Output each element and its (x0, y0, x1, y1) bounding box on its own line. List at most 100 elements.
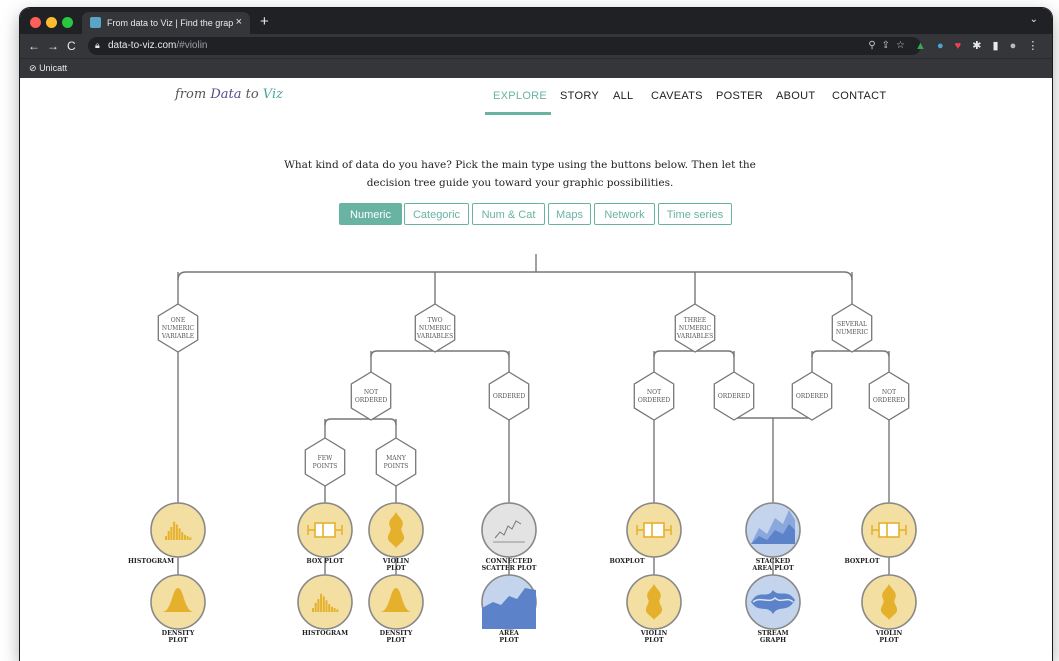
leaf-label: BOX PLOT (306, 558, 344, 565)
tree-node-two-numeric-variables[interactable]: TWONUMERICVARIABLES (414, 303, 456, 353)
forward-arrow-icon[interactable]: → (47, 39, 59, 53)
bookmark-star-icon[interactable]: ☆ (896, 40, 911, 51)
tree-node-few-points[interactable]: FEWPOINTS (304, 437, 346, 487)
puzzle-extensions-icon[interactable]: ✱ (972, 39, 981, 52)
profile-avatar-icon[interactable]: ● (1010, 40, 1017, 52)
new-tab-button[interactable]: + (260, 13, 269, 30)
share-icon[interactable]: ⇪ (882, 40, 896, 51)
tab-close-icon[interactable]: × (236, 16, 242, 28)
leaf-label: SCATTER PLOT (482, 565, 537, 572)
tree-node-one-numeric-variable[interactable]: ONENUMERICVARIABLE (157, 303, 199, 353)
leaf-stacked-area-plot[interactable]: STACKEDAREA PLOT (745, 502, 801, 572)
tree-node-ordered[interactable]: ORDERED (791, 371, 833, 421)
bookmark-unicatt[interactable]: ⊘ Unicatt (29, 63, 67, 74)
tree-node-label: VARIABLES (416, 333, 453, 340)
leaf-label: VIOLIN (640, 630, 668, 637)
leaf-label: PLOT (168, 637, 188, 644)
tree-node-label: ORDERED (718, 393, 751, 400)
back-arrow-icon[interactable]: ← (28, 39, 40, 53)
leaf-label: AREA PLOT (751, 565, 794, 572)
tree-node-label: ORDERED (355, 397, 388, 404)
zoom-window-button[interactable] (62, 17, 73, 28)
browser-window: From data to Viz | Find the grap × + ⌄ ←… (20, 8, 1052, 661)
leaf-label: DENSITY (380, 630, 413, 637)
url-text[interactable]: data-to-viz.com/#violin (108, 40, 208, 51)
leaf-label: VIOLIN (382, 558, 410, 565)
extension-icons: ▲ ● ♥ ✱ ▮ ● ⋮ (915, 39, 1046, 52)
leaf-stream-graph[interactable]: STREAMGRAPH (745, 574, 801, 644)
omnibox-actions: ⚲⇪☆ (868, 40, 911, 51)
leaf-label: HISTOGRAM (128, 558, 174, 565)
leaf-label: HISTOGRAM (302, 630, 348, 637)
browser-toolbar: ← → C 🔒︎ data-to-viz.com/#violin ⚲⇪☆ ▲ ●… (20, 34, 1052, 58)
tree-node-label: VARIABLES (676, 333, 713, 340)
tree-node-label: NUMERIC (836, 329, 869, 336)
leaf-label: GRAPH (760, 637, 786, 644)
page-content: from Data to Viz EXPLORE STORY ALL CAVEA… (20, 78, 1052, 661)
tree-node-label: ORDERED (873, 397, 906, 404)
tree-node-label: ORDERED (796, 393, 829, 400)
tree-node-not-ordered[interactable]: NOTORDERED (633, 371, 675, 421)
tab-strip: From data to Viz | Find the grap × + ⌄ (20, 8, 1052, 34)
leaf-label: STACKED (756, 558, 791, 565)
leaf-boxplot[interactable]: BOXPLOT (844, 502, 917, 565)
minimize-window-button[interactable] (46, 17, 57, 28)
tree-node-label: NUMERIC (679, 325, 712, 332)
tree-node-label: FEW (318, 455, 334, 462)
leaf-boxplot[interactable]: BOXPLOT (609, 502, 682, 565)
leaf-label: AREA (498, 630, 519, 637)
tree-node-three-numeric-variables[interactable]: THREENUMERICVARIABLES (674, 303, 716, 353)
reload-icon[interactable]: C (67, 39, 76, 53)
leaf-label: DENSITY (162, 630, 195, 637)
leaf-connected-scatter-plot[interactable]: CONNECTEDSCATTER PLOT (481, 502, 537, 572)
tree-node-several-numeric[interactable]: SEVERALNUMERIC (831, 303, 873, 353)
leaf-box-plot[interactable]: BOX PLOT (297, 502, 353, 565)
tree-node-many-points[interactable]: MANYPOINTS (375, 437, 417, 487)
leaf-violin-plot[interactable]: VIOLINPLOT (626, 574, 682, 644)
pocket-extension-icon[interactable]: ♥ (955, 40, 962, 52)
leaf-label: PLOT (386, 637, 406, 644)
menu-dots-icon[interactable]: ⋮ (1027, 39, 1038, 52)
close-window-button[interactable] (30, 17, 41, 28)
tree-node-label: NUMERIC (419, 325, 452, 332)
leaf-density-plot[interactable]: DENSITYPLOT (368, 574, 424, 644)
decision-tree: ONENUMERICVARIABLETWONUMERICVARIABLESTHR… (128, 254, 917, 644)
tab-title: From data to Viz | Find the grap (107, 18, 234, 28)
address-bar[interactable]: 🔒︎ data-to-viz.com/#violin ⚲⇪☆ (88, 37, 921, 55)
tree-node-ordered[interactable]: ORDERED (488, 371, 530, 421)
leaf-area-plot[interactable]: AREAPLOT (481, 574, 537, 644)
leaf-density-plot[interactable]: DENSITYPLOT (150, 574, 206, 644)
globe-icon: ⊘ (29, 63, 37, 73)
leaf-label: PLOT (644, 637, 664, 644)
tree-node-label: ORDERED (493, 393, 526, 400)
site-favicon-icon (90, 17, 101, 28)
tree-node-label: ONE (171, 317, 186, 324)
tree-node-label: NUMERIC (162, 325, 195, 332)
tree-node-label: VARIABLE (161, 333, 194, 340)
tree-node-label: ORDERED (638, 397, 671, 404)
leaf-label: BOXPLOT (609, 558, 644, 565)
tree-node-ordered[interactable]: ORDERED (713, 371, 755, 421)
tree-node-not-ordered[interactable]: NOTORDERED (868, 371, 910, 421)
browser-tab[interactable]: From data to Viz | Find the grap × (82, 12, 250, 34)
tree-node-label: THREE (684, 317, 707, 324)
tab-search-chevron-icon[interactable]: ⌄ (1030, 14, 1038, 25)
side-panel-icon[interactable]: ▮ (993, 39, 999, 52)
leaf-histogram[interactable]: HISTOGRAM (297, 574, 353, 637)
cloud-extension-icon[interactable]: ● (937, 40, 944, 52)
tree-node-label: SEVERAL (837, 321, 867, 328)
url-path: /#violin (176, 40, 208, 51)
leaf-violin-plot[interactable]: VIOLINPLOT (368, 502, 424, 572)
zoom-icon[interactable]: ⚲ (868, 40, 881, 51)
lock-icon: 🔒︎ (95, 40, 100, 50)
leaf-histogram[interactable]: HISTOGRAM (128, 502, 206, 565)
tree-node-label: NOT (364, 389, 378, 396)
leaf-label: PLOT (879, 637, 899, 644)
url-host: data-to-viz.com (108, 40, 177, 51)
leaf-label: PLOT (386, 565, 406, 572)
leaf-label: CONNECTED (486, 558, 533, 565)
drive-extension-icon[interactable]: ▲ (915, 40, 926, 52)
leaf-violin-plot[interactable]: VIOLINPLOT (861, 574, 917, 644)
tree-node-label: TWO (427, 317, 442, 324)
tree-node-not-ordered[interactable]: NOTORDERED (350, 371, 392, 421)
